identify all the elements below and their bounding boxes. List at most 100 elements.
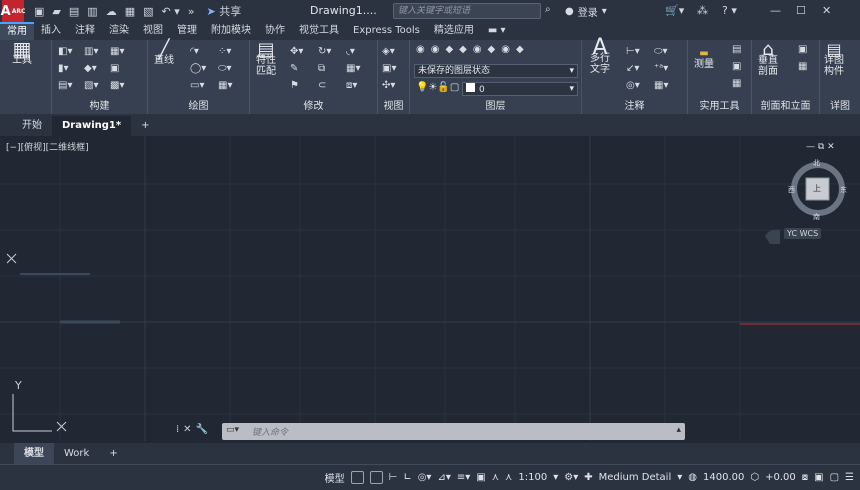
tab-model[interactable]: 模型 bbox=[14, 443, 54, 464]
curtain-icon[interactable]: ▩▾ bbox=[110, 80, 136, 91]
measure-button[interactable]: ▬ 测量 bbox=[694, 48, 714, 70]
chevron-up-icon[interactable]: ▴ bbox=[676, 425, 681, 435]
fillet-icon[interactable]: ◟▾ bbox=[346, 46, 374, 57]
clean-screen-icon[interactable]: ▢ bbox=[830, 472, 839, 483]
lineweight-icon[interactable]: ≡▾ bbox=[457, 472, 470, 483]
tab-addins[interactable]: 附加模块 bbox=[204, 22, 258, 40]
isolate-icon[interactable]: ⧇ bbox=[802, 472, 808, 483]
tools-button[interactable]: ▦ 工具 bbox=[12, 39, 32, 66]
roof-icon[interactable]: ◆▾ bbox=[84, 63, 110, 74]
search-input[interactable]: 键入关键字或短语 bbox=[393, 3, 541, 19]
infer-icon[interactable]: ⊢ bbox=[389, 472, 398, 483]
tab-work[interactable]: Work bbox=[54, 443, 99, 464]
mtext-button[interactable]: A 多行 文字 bbox=[590, 37, 610, 76]
app-logo[interactable]: A ARC bbox=[1, 0, 25, 22]
globe-icon[interactable]: ◍ bbox=[688, 472, 697, 483]
add-layout-button[interactable]: + bbox=[99, 443, 127, 464]
line-button[interactable]: ╱ 直线 bbox=[154, 41, 174, 67]
tab-express-tools[interactable]: Express Tools bbox=[346, 22, 427, 40]
layer-status-icons[interactable]: 💡☀🔓▢ bbox=[416, 82, 459, 93]
stair-icon[interactable]: ▤▾ bbox=[58, 80, 84, 91]
viewport-controls-icon[interactable]: — ⧉ ✕ bbox=[806, 142, 835, 152]
arc-icon[interactable]: ◜▾ bbox=[190, 46, 218, 57]
open-folder-icon[interactable]: ▰ bbox=[52, 5, 60, 18]
ellipse-icon[interactable]: ⬭▾ bbox=[218, 63, 246, 74]
minimize-icon[interactable]: — bbox=[770, 4, 781, 17]
tab-view[interactable]: 视图 bbox=[136, 22, 170, 40]
gear-icon[interactable]: ⚙▾ bbox=[564, 472, 578, 483]
polar-icon[interactable]: ◎▾ bbox=[418, 472, 432, 483]
utility-a-icon[interactable]: ▤ bbox=[732, 44, 741, 55]
stretch-icon[interactable]: ⧈▾ bbox=[346, 80, 374, 91]
command-input[interactable]: 键入命令 ▭▾ ▴ bbox=[222, 423, 685, 440]
ribbon-options-icon[interactable]: ▬ ▾ bbox=[481, 22, 513, 40]
detail-component-button[interactable]: ▤ 详图 构件 bbox=[824, 42, 844, 78]
rotate-icon[interactable]: ↻▾ bbox=[318, 46, 346, 57]
hardware-accel-icon[interactable]: ▣ bbox=[814, 472, 823, 483]
detail-level-select[interactable]: Medium Detail bbox=[599, 472, 672, 483]
view-box-icon[interactable]: ▣▾ bbox=[382, 63, 396, 74]
slab-icon[interactable]: ▣ bbox=[110, 63, 136, 74]
wall-icon[interactable]: ◧▾ bbox=[58, 46, 84, 57]
layer-state-select[interactable]: 未保存的图层状态 ▾ bbox=[414, 64, 578, 78]
tab-insert[interactable]: 插入 bbox=[34, 22, 68, 40]
search-icon[interactable]: ⌕ bbox=[545, 4, 551, 15]
tab-manage[interactable]: 管理 bbox=[170, 22, 204, 40]
redo-icon[interactable]: » bbox=[188, 5, 195, 18]
share-button[interactable]: ➤ 共享 bbox=[206, 3, 241, 19]
utility-b-icon[interactable]: ▣ bbox=[732, 61, 741, 72]
wcs-menu[interactable]: YC WCS bbox=[784, 228, 822, 239]
view-axes-icon[interactable]: ✣▾ bbox=[382, 80, 396, 91]
save-as-icon[interactable]: ▥ bbox=[87, 5, 97, 18]
snap-toggle-icon[interactable] bbox=[369, 471, 383, 484]
offset-icon[interactable]: ⊂ bbox=[318, 80, 346, 91]
viewcube-top[interactable]: 上 bbox=[813, 183, 821, 194]
space-icon[interactable]: ▧▾ bbox=[84, 80, 110, 91]
tab-collaborate[interactable]: 协作 bbox=[258, 22, 292, 40]
view-cube-icon[interactable]: ◈▾ bbox=[382, 46, 396, 57]
cloud-icon[interactable]: ☁ bbox=[106, 5, 117, 18]
annotation-visibility-icon[interactable]: ⋏ bbox=[492, 472, 499, 483]
move-icon[interactable]: ✥▾ bbox=[290, 46, 318, 57]
osnap-icon[interactable]: ⊿▾ bbox=[437, 472, 450, 483]
save-icon[interactable]: ▤ bbox=[69, 5, 79, 18]
section-elevation-button[interactable]: ⌂ 垂直 剖面 bbox=[758, 41, 778, 78]
close-icon[interactable]: ✕ bbox=[822, 4, 831, 17]
model-space-button[interactable]: 模型 bbox=[325, 470, 345, 485]
layer-select[interactable]: 0 ▾ bbox=[462, 82, 578, 96]
new-tab-button[interactable]: + bbox=[131, 116, 159, 136]
publish-icon[interactable]: ▦ bbox=[125, 5, 135, 18]
calculator-icon[interactable]: ▦ bbox=[732, 78, 741, 89]
tab-render[interactable]: 渲染 bbox=[102, 22, 136, 40]
login-button[interactable]: ● 登录 ▾ bbox=[565, 4, 607, 19]
print-icon[interactable]: ▧ bbox=[143, 5, 153, 18]
circle-icon[interactable]: ◯▾ bbox=[190, 63, 218, 74]
grid-toggle-icon[interactable] bbox=[350, 471, 364, 484]
copy-icon[interactable]: ⧉ bbox=[318, 63, 346, 74]
dimension-icon[interactable]: ⊢▾ bbox=[626, 46, 654, 57]
point-icon[interactable]: ⁘▾ bbox=[218, 46, 246, 57]
annotation-scale-icon[interactable]: ⋏ bbox=[505, 472, 512, 483]
tag-icon[interactable]: ⁺ᵃ▾ bbox=[654, 63, 682, 74]
offset-icon[interactable]: ⬡ bbox=[750, 472, 759, 483]
ortho-icon[interactable]: ∟ bbox=[403, 472, 411, 483]
cloud-markup-icon[interactable]: ⬭▾ bbox=[654, 46, 682, 57]
cart-icon[interactable]: 🛒▾ bbox=[665, 4, 684, 17]
new-file-icon[interactable]: ▣ bbox=[34, 5, 44, 18]
tab-annotate[interactable]: 注释 bbox=[68, 22, 102, 40]
array-icon[interactable]: ▦▾ bbox=[346, 63, 374, 74]
command-controls[interactable]: ⁞✕🔧 bbox=[176, 424, 212, 435]
column-icon[interactable]: ▮▾ bbox=[58, 63, 84, 74]
offset-value[interactable]: +0.00 bbox=[765, 472, 796, 483]
erase-icon[interactable]: ✎ bbox=[290, 63, 318, 74]
door-icon[interactable]: ▥▾ bbox=[84, 46, 110, 57]
plus-icon[interactable]: ✚ bbox=[584, 472, 592, 483]
drawing-canvas[interactable]: [−][俯视][二维线框] 北 南 东 西 上 — ⧉ ✕ YC WCS Y bbox=[0, 136, 860, 441]
elevation-value[interactable]: 1400.00 bbox=[703, 472, 744, 483]
help-icon[interactable]: ? ▾ bbox=[722, 4, 737, 17]
mirror-icon[interactable]: ⚑ bbox=[290, 80, 318, 91]
selection-cycle-icon[interactable]: ▣ bbox=[476, 472, 485, 483]
scale-select[interactable]: 1:100 bbox=[518, 472, 547, 483]
elevation-label-icon[interactable]: ◎▾ bbox=[626, 80, 654, 91]
tab-featured-apps[interactable]: 精选应用 bbox=[427, 22, 481, 40]
